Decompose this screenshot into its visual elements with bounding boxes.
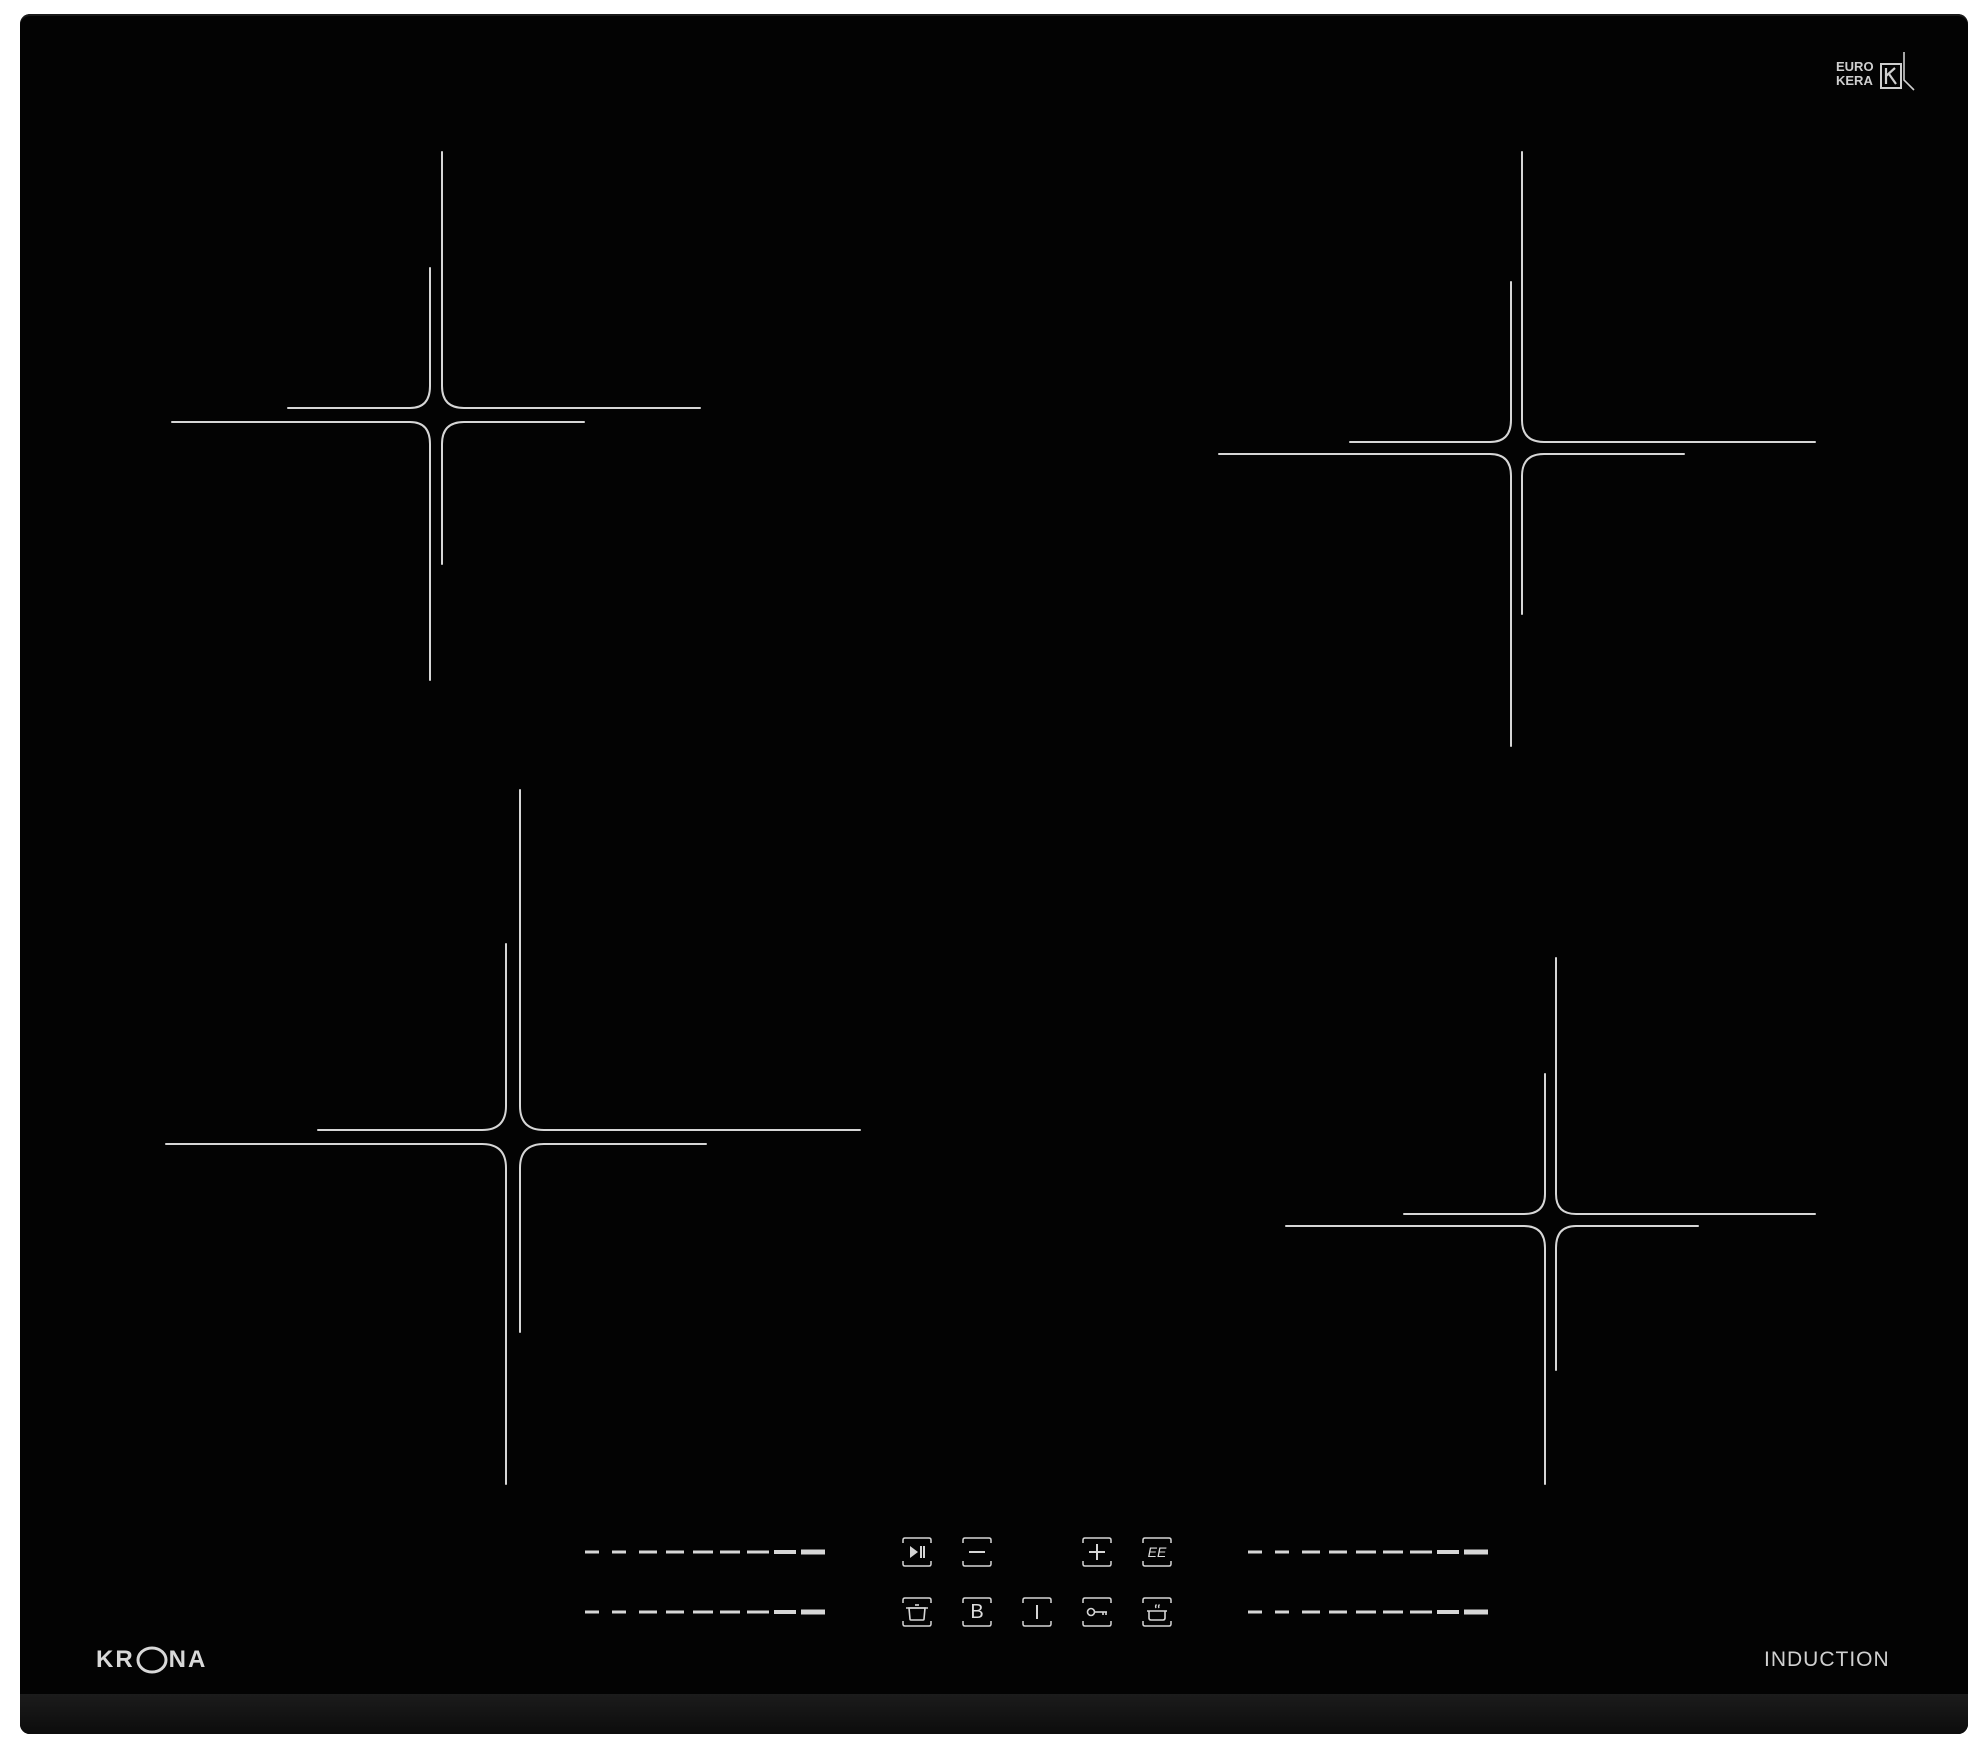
brand-logo-o-icon: [136, 1646, 168, 1674]
key-icon: [1082, 1597, 1112, 1627]
minus-button[interactable]: [960, 1535, 994, 1569]
ee-button-label: EE: [1147, 1544, 1167, 1560]
induction-label: INDUCTION: [1764, 1648, 1890, 1671]
cooking-zone-top-right[interactable]: [1218, 151, 1816, 747]
minus-icon: [962, 1537, 992, 1567]
play-pause-button[interactable]: [900, 1535, 934, 1569]
ee-button[interactable]: EE: [1140, 1535, 1174, 1569]
cooking-zone-bottom-left[interactable]: [165, 789, 861, 1485]
key-lock-button[interactable]: [1080, 1595, 1114, 1629]
eurokera-k-mark-icon: [1880, 52, 1915, 91]
eurokera-line2: KERA: [1836, 73, 1873, 88]
keep-warm-button[interactable]: [1140, 1595, 1174, 1629]
plus-button[interactable]: [1080, 1535, 1114, 1569]
brand-name-prefix: KR: [96, 1646, 135, 1673]
brand-name-suffix: NA: [168, 1646, 208, 1673]
cooking-zone-markings: [165, 151, 1816, 1615]
play-pause-icon: [902, 1537, 932, 1567]
eurokera-line1: EURO: [1836, 59, 1874, 74]
power-button[interactable]: [1020, 1595, 1054, 1629]
cooking-zone-bottom-right[interactable]: [1285, 957, 1816, 1485]
pot-icon: [902, 1597, 932, 1627]
power-icon: [1022, 1597, 1052, 1627]
b-button-label: B: [970, 1601, 984, 1623]
brand-logo: KR NA: [96, 1642, 207, 1678]
eurokera-logo: EURO KERA: [1836, 50, 1926, 94]
keep-warm-icon: [1142, 1597, 1172, 1627]
cooking-zone-top-left[interactable]: [171, 151, 701, 681]
pot-button[interactable]: [900, 1595, 934, 1629]
b-button[interactable]: B: [960, 1595, 994, 1629]
plus-icon: [1082, 1537, 1112, 1567]
